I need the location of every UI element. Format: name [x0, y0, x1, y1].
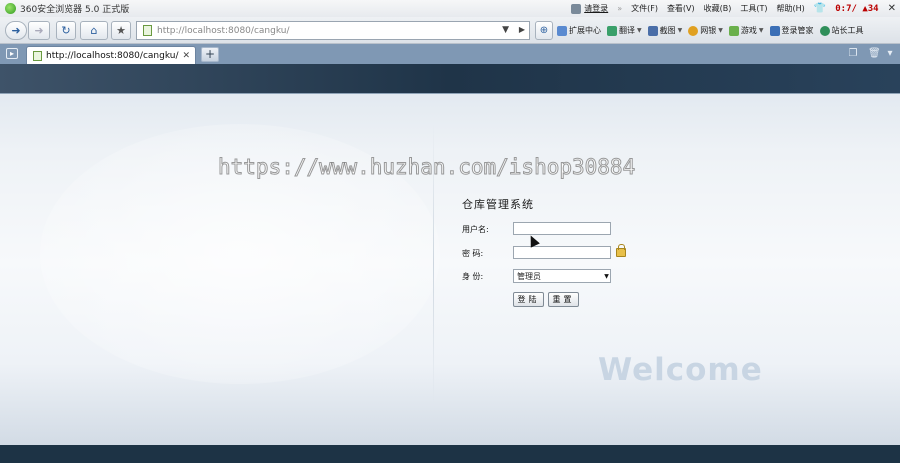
welcome-text: Welcome	[598, 352, 763, 388]
title-bar-menu: 请登录 » 文件(F) 查看(V) 收藏(B) 工具(T) 帮助(H) 👕 0:…	[571, 0, 896, 17]
home-button[interactable]: ⌂	[80, 21, 108, 40]
key-icon	[769, 25, 780, 36]
back-button[interactable]: ➜	[5, 21, 27, 40]
reset-button[interactable]: 重置	[548, 292, 579, 307]
tab-page-icon	[33, 50, 42, 61]
address-bar[interactable]: ▼ ▶	[136, 21, 530, 40]
skin-icon[interactable]: 👕	[814, 3, 826, 14]
menu-help[interactable]: 帮助(H)	[777, 3, 805, 14]
bank-icon	[688, 25, 699, 36]
address-dropdown-icon[interactable]: ▼	[502, 25, 509, 35]
clock-display: 0:7/ ▲34	[835, 3, 879, 14]
new-tab-button[interactable]: +	[201, 47, 219, 62]
menu-view[interactable]: 查看(V)	[667, 3, 695, 14]
username-label: 用户名:	[462, 225, 489, 234]
tab-menu-icon[interactable]: ▾	[884, 48, 896, 60]
login-page: 仓库管理系统 用户名: 密 码: 身 份: 管理员 ▼ 登陆 重置 Welcom…	[0, 64, 900, 463]
identity-selected-value: 管理员	[517, 271, 541, 281]
toolbar-screenshot[interactable]: 截图 ▼	[647, 25, 682, 36]
toolbar-online-bank[interactable]: 网银 ▼	[688, 25, 723, 36]
security-shield-button[interactable]: ⊕	[535, 21, 553, 40]
back-arrow-icon: ➜	[11, 24, 21, 37]
sidebar-toggle-icon[interactable]: ▸	[6, 48, 18, 59]
refresh-button[interactable]: ↻	[56, 21, 76, 40]
page-footer-band	[0, 445, 900, 463]
login-link[interactable]: 请登录	[571, 3, 608, 14]
tab-close-icon[interactable]: ✕	[182, 51, 190, 61]
toolbar-extensions: 扩展中心 翻译 ▼ 截图 ▼ 网银 ▼ 游戏 ▼ 登录管家 站长工具	[557, 22, 864, 39]
toolbar-webmaster-tools[interactable]: 站长工具	[819, 25, 864, 36]
navigation-bar: ➜ ➜ ↻ ⌂ ★ ▼ ▶ ⊕ 扩展中心 翻译▼ 截图▼ 网银▼ 游戏▼ 登录管…	[0, 17, 900, 44]
close-window-icon[interactable]: ✕	[888, 3, 896, 14]
login-button[interactable]: 登陆	[513, 292, 544, 307]
username-input[interactable]	[513, 222, 611, 235]
restore-tabs-icon[interactable]: ❐	[847, 48, 859, 60]
toolbar-games[interactable]: 游戏 ▼	[728, 25, 764, 36]
webmaster-icon	[819, 25, 830, 36]
go-icon[interactable]: ▶	[519, 25, 525, 34]
user-icon	[571, 3, 582, 14]
browser-title-bar: 360安全浏览器 5.0 正式版 请登录 » 文件(F) 查看(V) 收藏(B)…	[0, 0, 900, 17]
lock-icon	[616, 244, 626, 257]
toolbar-login-manager[interactable]: 登录管家	[769, 25, 814, 36]
tab-bar: ▸ http://localhost:8080/cangku/ ✕ + ❐ 🗑 …	[0, 44, 900, 64]
page-icon	[143, 25, 152, 36]
address-input[interactable]	[157, 25, 497, 36]
menu-separator-icon: »	[617, 4, 623, 13]
translate-icon	[607, 25, 617, 36]
watermark-text: https://www.huzhan.com/ishop30884	[217, 155, 636, 180]
star-icon: ★	[116, 24, 126, 37]
password-label: 密 码:	[462, 249, 484, 258]
shield-icon: ⊕	[539, 25, 549, 36]
system-title: 仓库管理系统	[462, 198, 534, 211]
games-icon	[728, 25, 739, 36]
toolbar-extension-center[interactable]: 扩展中心	[557, 25, 601, 36]
menu-file[interactable]: 文件(F)	[631, 3, 658, 14]
favorite-button[interactable]: ★	[111, 21, 131, 40]
browser-logo-icon	[5, 3, 16, 14]
menu-tools[interactable]: 工具(T)	[740, 3, 767, 14]
forward-arrow-icon: ➜	[34, 24, 44, 37]
forward-button[interactable]: ➜	[28, 21, 50, 40]
page-header-band	[0, 64, 900, 94]
trash-icon[interactable]: 🗑	[868, 48, 881, 60]
window-title: 360安全浏览器 5.0 正式版	[20, 5, 130, 15]
home-icon: ⌂	[90, 24, 98, 37]
tab-cangku[interactable]: http://localhost:8080/cangku/ ✕	[26, 46, 196, 64]
identity-label: 身 份:	[462, 272, 484, 281]
screenshot-icon	[647, 25, 658, 36]
menu-favorites[interactable]: 收藏(B)	[704, 3, 732, 14]
password-input[interactable]	[513, 246, 611, 259]
toolbar-translate[interactable]: 翻译 ▼	[607, 25, 642, 36]
identity-select[interactable]: 管理员 ▼	[513, 269, 611, 283]
tab-label: http://localhost:8080/cangku/	[46, 50, 179, 61]
dropdown-arrow-icon: ▼	[604, 272, 609, 280]
refresh-icon: ↻	[61, 24, 71, 37]
extension-icon	[557, 25, 567, 36]
